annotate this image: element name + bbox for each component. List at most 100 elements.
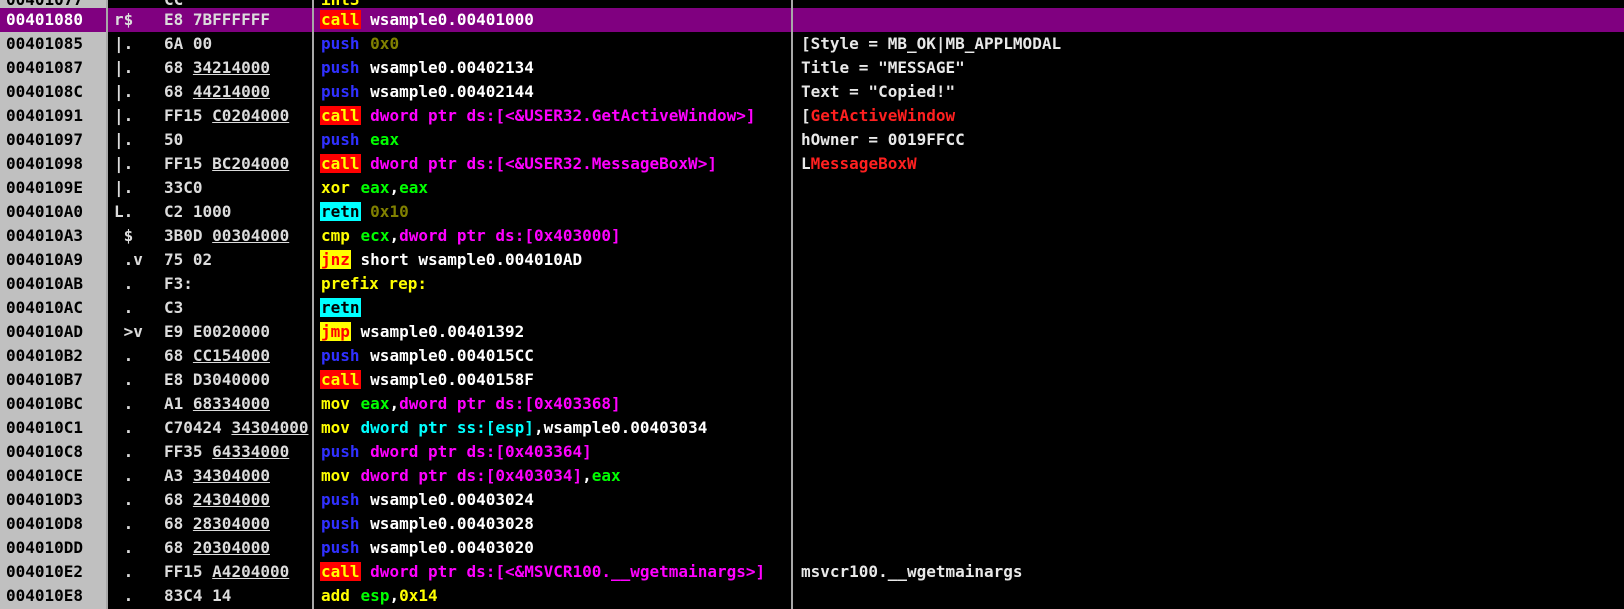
- comment-cell[interactable]: [793, 320, 1624, 344]
- address-cell[interactable]: 00401098: [0, 152, 108, 176]
- hex-cell[interactable]: .v 75 02: [108, 248, 314, 272]
- address-cell[interactable]: 004010D8: [0, 512, 108, 536]
- hex-dump-column[interactable]: CCr$E8 7BFFFFFF|.6A 00|.68 34214000|.68 …: [108, 0, 314, 609]
- hex-cell[interactable]: . C3: [108, 296, 314, 320]
- hex-cell[interactable]: |. FF15 C0204000: [108, 104, 314, 128]
- address-cell[interactable]: 004010B7: [0, 368, 108, 392]
- address-cell[interactable]: 00401087: [0, 56, 108, 80]
- disassembly-cell[interactable]: call wsample0.0040158F: [314, 368, 793, 392]
- comment-cell[interactable]: [793, 8, 1624, 32]
- comment-cell[interactable]: [793, 488, 1624, 512]
- address-cell[interactable]: 004010CE: [0, 464, 108, 488]
- disassembly-cell[interactable]: call wsample0.00401000: [314, 8, 793, 32]
- hex-cell[interactable]: |. 50: [108, 128, 314, 152]
- comment-cell[interactable]: LMessageBoxW: [793, 152, 1624, 176]
- comment-column[interactable]: [Style = MB_OK|MB_APPLMODAL Title = "MESS…: [793, 0, 1624, 609]
- hex-cell[interactable]: |. 6A 00: [108, 32, 314, 56]
- comment-cell[interactable]: Title = "MESSAGE": [793, 56, 1624, 80]
- comment-cell[interactable]: Text = "Copied!": [793, 80, 1624, 104]
- address-cell[interactable]: 00401080: [0, 8, 108, 32]
- comment-cell[interactable]: [GetActiveWindow: [793, 104, 1624, 128]
- disassembly-cell[interactable]: push wsample0.004015CC: [314, 344, 793, 368]
- address-cell[interactable]: 00401097: [0, 128, 108, 152]
- disassembly-cell[interactable]: call dword ptr ds:[<&USER32.MessageBoxW>…: [314, 152, 793, 176]
- address-cell[interactable]: 004010BC: [0, 392, 108, 416]
- disassembly-cell[interactable]: prefix rep:: [314, 272, 793, 296]
- hex-cell[interactable]: . F3:: [108, 272, 314, 296]
- comment-cell[interactable]: [793, 176, 1624, 200]
- hex-cell[interactable]: r$ E8 7BFFFFFF: [108, 8, 314, 32]
- disassembly-cell[interactable]: retn: [314, 296, 793, 320]
- address-cell[interactable]: 0040108C: [0, 80, 108, 104]
- hex-cell[interactable]: $3B0D 00304000: [108, 224, 314, 248]
- disassembly-cell[interactable]: push wsample0.00403024: [314, 488, 793, 512]
- disassembly-cell[interactable]: push wsample0.00402134: [314, 56, 793, 80]
- disassembly-cell[interactable]: jmp wsample0.00401392: [314, 320, 793, 344]
- comment-cell[interactable]: [793, 296, 1624, 320]
- hex-cell[interactable]: . FF15 A4204000: [108, 560, 314, 584]
- disassembly-cell[interactable]: push eax: [314, 128, 793, 152]
- address-cell[interactable]: 004010A3: [0, 224, 108, 248]
- address-cell[interactable]: 004010D3: [0, 488, 108, 512]
- comment-cell[interactable]: [793, 224, 1624, 248]
- address-cell[interactable]: 004010E8: [0, 584, 108, 608]
- address-cell[interactable]: 004010C1: [0, 416, 108, 440]
- disassembly-cell[interactable]: mov eax,dword ptr ds:[0x403368]: [314, 392, 793, 416]
- address-cell[interactable]: 004010A0: [0, 200, 108, 224]
- hex-cell[interactable]: . 68 24304000: [108, 488, 314, 512]
- disassembly-cell[interactable]: cmp ecx,dword ptr ds:[0x403000]: [314, 224, 793, 248]
- address-cell[interactable]: 004010AB: [0, 272, 108, 296]
- address-cell[interactable]: 004010B2: [0, 344, 108, 368]
- comment-cell[interactable]: hOwner = 0019FFCC: [793, 128, 1624, 152]
- disassembly-cell[interactable]: push wsample0.00403028: [314, 512, 793, 536]
- disassembly-cell[interactable]: add esp,0x14: [314, 584, 793, 608]
- address-cell[interactable]: 004010AC: [0, 296, 108, 320]
- hex-cell[interactable]: |. 68 44214000: [108, 80, 314, 104]
- comment-cell[interactable]: [793, 368, 1624, 392]
- disassembly-cell[interactable]: xor eax,eax: [314, 176, 793, 200]
- comment-cell[interactable]: [793, 464, 1624, 488]
- hex-cell[interactable]: >v E9 E0020000: [108, 320, 314, 344]
- address-cell[interactable]: 004010AD: [0, 320, 108, 344]
- disassembly-cell[interactable]: mov dword ptr ss:[esp],wsample0.00403034: [314, 416, 793, 440]
- comment-cell[interactable]: [793, 248, 1624, 272]
- disassembly-cell[interactable]: push 0x0: [314, 32, 793, 56]
- address-cell[interactable]: 004010A9: [0, 248, 108, 272]
- hex-cell[interactable]: . A1 68334000: [108, 392, 314, 416]
- comment-cell[interactable]: [793, 200, 1624, 224]
- disassembly-cell[interactable]: mov dword ptr ds:[0x403034],eax: [314, 464, 793, 488]
- hex-cell[interactable]: . C70424 34304000: [108, 416, 314, 440]
- hex-cell[interactable]: L. C2 1000: [108, 200, 314, 224]
- hex-cell[interactable]: |. 33C0: [108, 176, 314, 200]
- comment-cell[interactable]: msvcr100.__wgetmainargs: [793, 560, 1624, 584]
- hex-cell[interactable]: . A3 34304000: [108, 464, 314, 488]
- hex-cell[interactable]: . 68 CC154000: [108, 344, 314, 368]
- disassembly-cell[interactable]: call dword ptr ds:[<&USER32.GetActiveWin…: [314, 104, 793, 128]
- comment-cell[interactable]: [Style = MB_OK|MB_APPLMODAL: [793, 32, 1624, 56]
- hex-cell[interactable]: |. 68 34214000: [108, 56, 314, 80]
- comment-cell[interactable]: [793, 512, 1624, 536]
- address-cell[interactable]: 004010E2: [0, 560, 108, 584]
- disassembly-cell[interactable]: push wsample0.00402144: [314, 80, 793, 104]
- hex-cell[interactable]: |. FF15 BC204000: [108, 152, 314, 176]
- hex-cell[interactable]: . 68 20304000: [108, 536, 314, 560]
- address-cell[interactable]: 004010C8: [0, 440, 108, 464]
- hex-cell[interactable]: . 68 28304000: [108, 512, 314, 536]
- disassembly-column[interactable]: int3call wsample0.00401000push 0x0push w…: [314, 0, 793, 609]
- disassembly-cell[interactable]: call dword ptr ds:[<&MSVCR100.__wgetmain…: [314, 560, 793, 584]
- comment-cell[interactable]: [793, 536, 1624, 560]
- hex-cell[interactable]: . FF35 64334000: [108, 440, 314, 464]
- comment-cell[interactable]: [793, 440, 1624, 464]
- address-cell[interactable]: 004010DD: [0, 536, 108, 560]
- comment-cell[interactable]: [793, 584, 1624, 608]
- address-cell[interactable]: 00401091: [0, 104, 108, 128]
- hex-cell[interactable]: . 83C4 14: [108, 584, 314, 608]
- disassembly-cell[interactable]: push dword ptr ds:[0x403364]: [314, 440, 793, 464]
- address-cell[interactable]: 00401085: [0, 32, 108, 56]
- address-column[interactable]: 004010770040108000401085004010870040108C…: [0, 0, 108, 609]
- comment-cell[interactable]: [793, 416, 1624, 440]
- disassembly-cell[interactable]: jnz short wsample0.004010AD: [314, 248, 793, 272]
- comment-cell[interactable]: [793, 344, 1624, 368]
- disassembly-cell[interactable]: retn 0x10: [314, 200, 793, 224]
- comment-cell[interactable]: [793, 272, 1624, 296]
